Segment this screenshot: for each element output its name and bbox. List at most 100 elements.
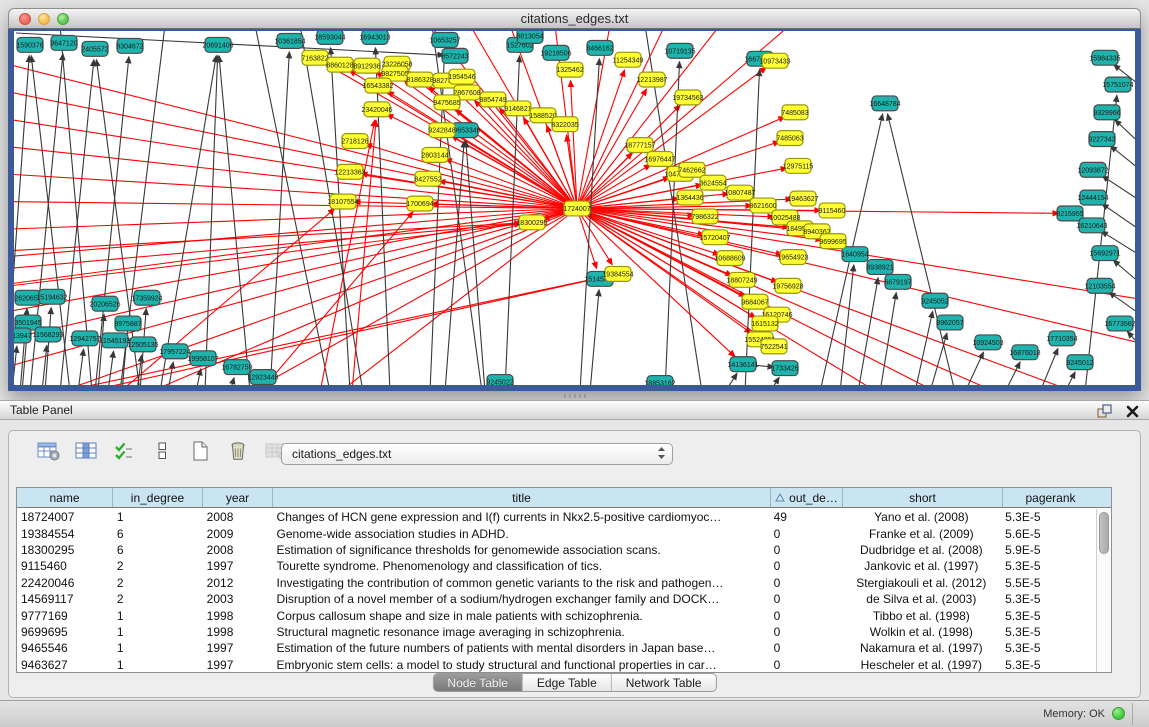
cell-year: 1998 <box>203 625 273 639</box>
network-window: citations_edges.txt 17240071590376964712… <box>8 8 1141 391</box>
network-view[interactable]: 1724007159037696471202405572830467220691… <box>8 29 1141 391</box>
column-header-label: name <box>49 491 79 505</box>
panel-divider[interactable] <box>0 391 1149 400</box>
cell-in_degree: 2 <box>113 559 203 573</box>
network-node-label: 23420046 <box>361 107 392 114</box>
cell-in_degree: 1 <box>113 609 203 623</box>
network-node-label: 17359924 <box>131 295 162 302</box>
close-panel-icon[interactable] <box>1123 403 1141 419</box>
cell-in_degree: 1 <box>113 641 203 655</box>
network-node-label: 9242848 <box>428 128 455 135</box>
network-node-label: 7462662 <box>678 167 705 174</box>
network-node-label: 14136141 <box>727 362 758 369</box>
network-node-label: 18853162 <box>644 381 675 385</box>
network-node-label: 15720407 <box>699 235 730 242</box>
column-header-out_degree[interactable]: out_de… <box>771 488 843 507</box>
network-edge <box>770 377 779 385</box>
table-row[interactable]: 1938455462009Genome-wide association stu… <box>17 525 1096 541</box>
cell-year: 2008 <box>203 510 273 524</box>
network-edge <box>108 351 114 385</box>
panel-title: Table Panel <box>10 403 73 417</box>
cell-out_degree: 0 <box>770 527 842 541</box>
table-row[interactable]: 1456911722003Disruption of a novel membe… <box>17 591 1096 607</box>
table-panel: Table Panel f(x) citations_edges.txt <box>0 400 1149 727</box>
network-edge <box>230 378 234 385</box>
table-row[interactable]: 946554611997Estimation of the future num… <box>17 640 1096 656</box>
cell-pagerank: 5.3E-5 <box>1001 592 1096 606</box>
network-edge <box>577 208 1135 345</box>
column-header-title[interactable]: title <box>273 488 771 507</box>
status-bar-divider <box>1132 703 1133 725</box>
cell-out_degree: 0 <box>770 576 842 590</box>
vertical-scrollbar[interactable] <box>1096 509 1111 672</box>
network-node-label: 18300295 <box>516 220 547 227</box>
network-node-label: 12444154 <box>1077 195 1108 202</box>
column-header-year[interactable]: year <box>203 488 273 507</box>
selected-rows-button[interactable] <box>111 441 137 465</box>
network-node-label: 11545193 <box>100 338 131 345</box>
network-edge <box>577 31 610 208</box>
network-edge <box>1113 260 1135 291</box>
network-edge <box>375 48 390 385</box>
column-header-short[interactable]: short <box>843 488 1003 507</box>
network-node-label: 8912936 <box>353 63 380 70</box>
network-node-label: 7163822 <box>301 55 328 62</box>
cell-title: Estimation of significance thresholds fo… <box>273 543 770 557</box>
column-header-pagerank[interactable]: pagerank <box>1003 488 1098 507</box>
network-node-label: 9827505 <box>381 71 408 78</box>
table-mode-button[interactable] <box>35 441 61 465</box>
cell-title: Tourette syndrome. Phenomenology and cla… <box>273 559 770 573</box>
cell-name: 9465546 <box>17 641 113 655</box>
table-panel-header: Table Panel <box>0 400 1149 420</box>
network-edge <box>270 52 289 385</box>
window-title: citations_edges.txt <box>9 11 1140 26</box>
scrollbar-thumb[interactable] <box>1099 512 1109 554</box>
table-row[interactable]: 969969511998Structural magnetic resonanc… <box>17 624 1096 640</box>
selected-rows-icon <box>114 441 134 466</box>
network-node-label: 8938921 <box>866 265 893 272</box>
table-row[interactable]: 1830029562008Estimation of significance … <box>17 542 1096 558</box>
network-edge <box>352 120 376 385</box>
network-node-label: 9647120 <box>50 40 77 47</box>
cell-out_degree: 0 <box>770 592 842 606</box>
delete-column-button[interactable] <box>225 441 251 465</box>
table-row[interactable]: 2242004622012Investigating the contribut… <box>17 575 1096 591</box>
network-edge <box>14 202 577 209</box>
row-height-button[interactable] <box>149 441 175 465</box>
tab-edge-table[interactable]: Edge Table <box>523 674 612 691</box>
table-row[interactable]: 946362711997Embryonic stem cells: a mode… <box>17 657 1096 673</box>
cell-year: 2008 <box>203 543 273 557</box>
network-node-label: 9475685 <box>433 100 460 107</box>
network-node-label: 15194632 <box>36 294 67 301</box>
memory-status-indicator <box>1112 707 1125 720</box>
table-select-dropdown[interactable]: citations_edges.txt <box>281 443 673 465</box>
resize-grip[interactable] <box>564 394 586 398</box>
network-node-label: 16543382 <box>362 83 393 90</box>
network-node-label: 16210643 <box>1076 223 1107 230</box>
column-header-in_degree[interactable]: in_degree <box>113 488 203 507</box>
float-panel-icon[interactable] <box>1095 403 1113 419</box>
network-node-label: 9115460 <box>819 208 846 215</box>
window-titlebar[interactable]: citations_edges.txt <box>8 8 1141 29</box>
new-column-button[interactable] <box>187 441 213 465</box>
cell-pagerank: 5.3E-5 <box>1001 559 1096 573</box>
column-header-name[interactable]: name <box>17 488 113 507</box>
tab-node-table[interactable]: Node Table <box>433 674 523 691</box>
network-canvas[interactable]: 1724007159037696471202405572830467220691… <box>14 31 1135 385</box>
tab-network-table[interactable]: Network Table <box>612 674 716 691</box>
network-node-label: 16976447 <box>644 157 675 164</box>
table-row[interactable]: 1872400712008Changes of HCN gene express… <box>17 509 1096 525</box>
network-node-label: 16782759 <box>221 365 252 372</box>
column-display-button[interactable] <box>73 441 99 465</box>
cell-year: 1997 <box>203 559 273 573</box>
table-mode-icon <box>37 441 60 466</box>
cell-name: 18300295 <box>17 543 113 557</box>
column-header-label: short <box>909 491 936 505</box>
table-row[interactable]: 911546021997Tourette syndrome. Phenomeno… <box>17 558 1096 574</box>
network-node-label: 12103554 <box>1084 283 1115 290</box>
table-row[interactable]: 977716911998Corpus callosum shape and si… <box>17 607 1096 623</box>
network-node-label: 2405572 <box>81 46 108 53</box>
network-edge <box>1111 146 1135 177</box>
network-node-label: 10973433 <box>759 58 790 65</box>
network-node-label: 9245052 <box>921 298 948 305</box>
